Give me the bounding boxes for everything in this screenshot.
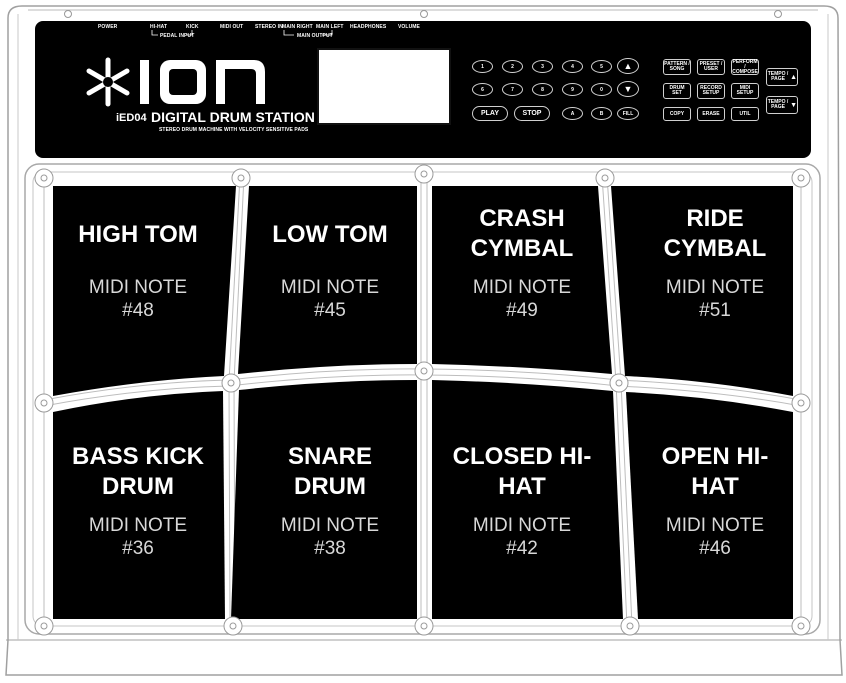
pad-1 <box>53 186 236 396</box>
pad-7 <box>432 380 623 619</box>
pad-8 <box>626 392 793 619</box>
pad-5 <box>53 391 225 619</box>
pad-6 <box>231 380 417 619</box>
pad-2 <box>238 186 417 374</box>
drum-machine: POWER HI-HAT KICK PEDAL INPUT MIDI OUT S… <box>0 0 846 683</box>
pad-area <box>24 163 821 636</box>
pad-4 <box>611 186 793 396</box>
pad-3 <box>432 186 612 374</box>
